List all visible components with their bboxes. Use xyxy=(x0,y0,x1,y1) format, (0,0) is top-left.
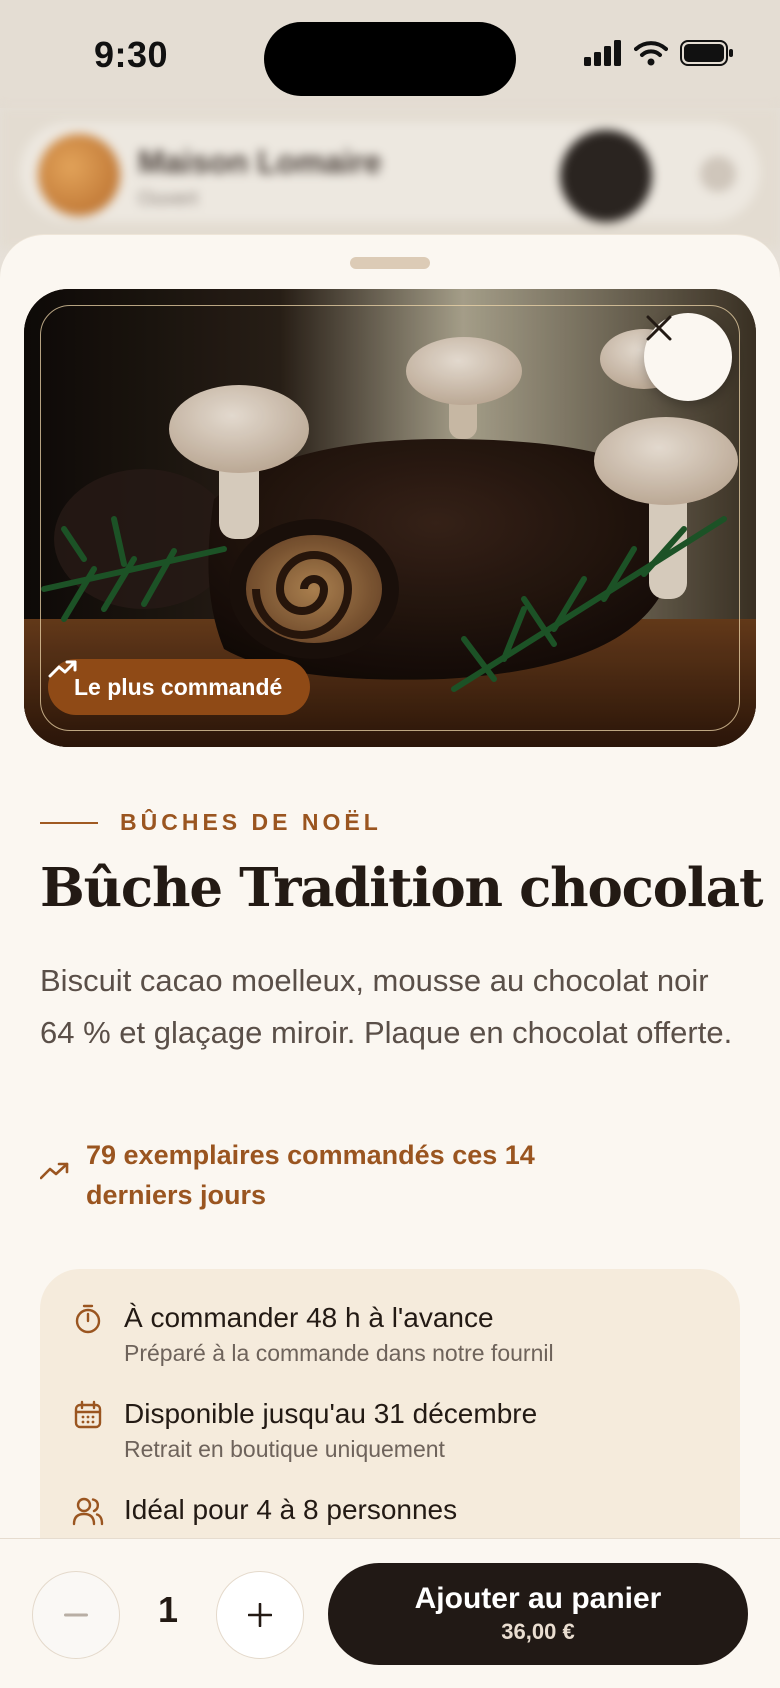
background-header: Maison Lomaire Ouvert xyxy=(0,108,780,248)
info-sub: Retrait en boutique uniquement xyxy=(124,1436,445,1462)
status-bar: 9:30 xyxy=(0,0,780,108)
product-image: Le plus commandé xyxy=(24,289,756,747)
product-category: BÛCHES DE NOËL xyxy=(40,809,382,836)
screen: 9:30 Maison Lomaire Ouvert Le plus comma… xyxy=(0,0,780,1688)
trending-up-icon xyxy=(40,1162,69,1180)
decrement-button[interactable] xyxy=(32,1571,120,1659)
sheet-grabber[interactable] xyxy=(350,257,430,269)
plus-icon xyxy=(248,1603,272,1627)
info-main: Disponible jusqu'au 31 décembre xyxy=(124,1398,538,1429)
signal-icon xyxy=(584,40,621,66)
add-to-cart-button[interactable]: Ajouter au panier 36,00 € xyxy=(328,1563,748,1665)
product-description: Biscuit cacao moelleux, mousse au chocol… xyxy=(40,963,733,1050)
background-header-pill: Maison Lomaire Ouvert xyxy=(20,122,760,222)
category-line xyxy=(40,821,98,824)
add-to-cart-price: 36,00 € xyxy=(501,1619,575,1644)
timer-icon xyxy=(75,1304,101,1334)
product-title: Bûche Tradition chocolat xyxy=(40,857,763,919)
badge-label: Le plus commandé xyxy=(74,673,283,700)
trending-up-icon xyxy=(48,660,77,678)
bottom-bar: 1 Ajouter au panier 36,00 € xyxy=(0,1538,780,1688)
battery-icon xyxy=(680,40,733,66)
product-sheet: Le plus commandé BÛCHES DE NOËL Bûche Tr… xyxy=(0,234,780,1688)
status-icons xyxy=(584,40,734,66)
info-row-lead-time: À commander 48 h à l'avance Préparé à la… xyxy=(72,1299,554,1369)
info-main: Idéal pour 4 à 8 personnes xyxy=(124,1494,458,1525)
add-to-cart-label: Ajouter au panier xyxy=(414,1582,662,1615)
users-icon xyxy=(72,1497,104,1526)
increment-button[interactable] xyxy=(216,1571,304,1659)
info-main: À commander 48 h à l'avance xyxy=(124,1302,494,1333)
menu-icon xyxy=(700,156,736,192)
close-button[interactable] xyxy=(644,313,732,401)
close-icon xyxy=(646,315,672,341)
dynamic-island xyxy=(264,22,516,96)
popularity-note: 79 exemplaires commandés ces 14 derniers… xyxy=(40,1135,556,1215)
status-time: 9:30 xyxy=(94,34,169,75)
info-sub: Préparé à la commande dans notre fournil xyxy=(124,1340,554,1366)
shop-status: Ouvert xyxy=(138,188,199,210)
calendar-icon xyxy=(74,1400,102,1429)
popularity-text: 79 exemplaires commandés ces 14 derniers… xyxy=(86,1140,535,1210)
shop-name: Maison Lomaire xyxy=(138,144,382,180)
shop-logo xyxy=(38,134,120,216)
info-row-servings: Idéal pour 4 à 8 personnes xyxy=(72,1491,457,1529)
wifi-icon xyxy=(634,41,668,66)
category-label: BÛCHES DE NOËL xyxy=(120,809,382,835)
info-row-availability: Disponible jusqu'au 31 décembre Retrait … xyxy=(72,1395,537,1465)
minus-icon xyxy=(64,1613,88,1617)
quantity-value: 1 xyxy=(157,1589,179,1630)
bestseller-badge: Le plus commandé xyxy=(48,659,311,715)
cart-icon xyxy=(560,130,652,222)
